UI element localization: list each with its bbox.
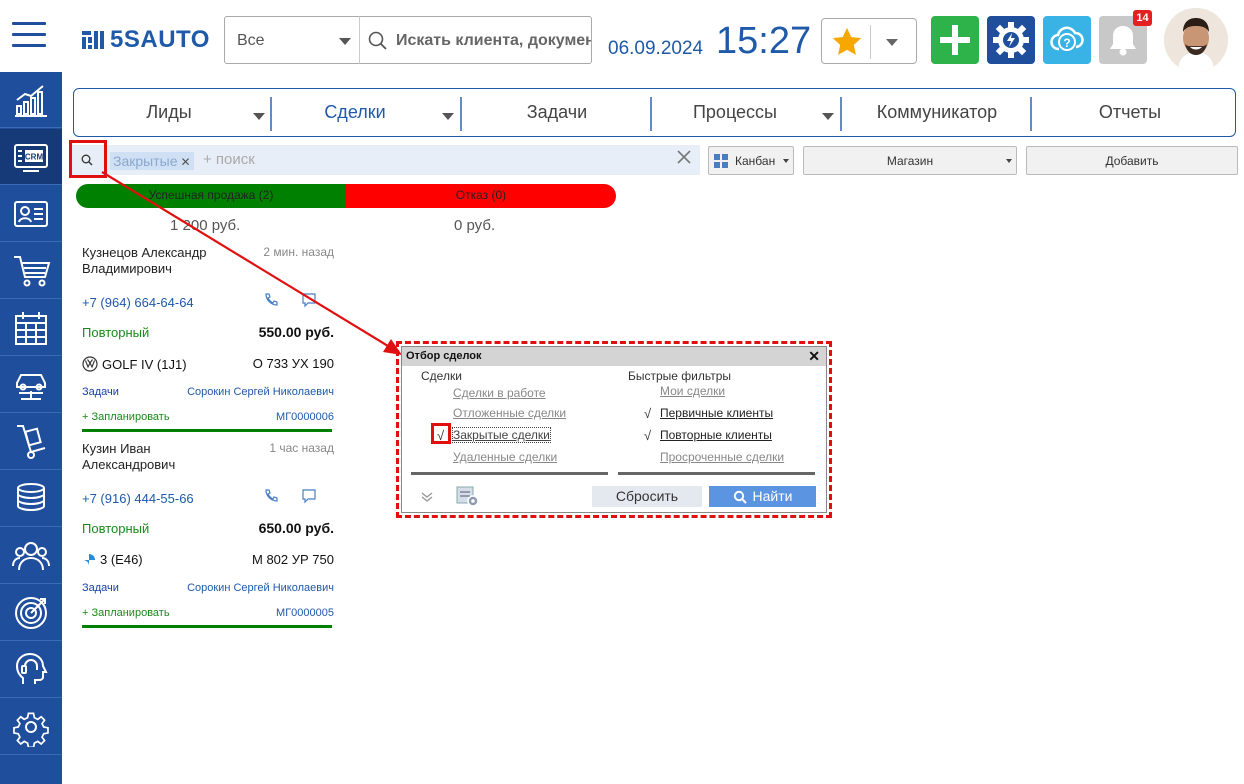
search-icon [733,490,747,504]
reset-button[interactable]: Сбросить [592,486,702,507]
deal-filter-popup: Отбор сделок ✕ Сделки Сделки в работе От… [401,346,827,513]
popup-title: Отбор сделок [406,350,482,362]
filter-my-deals[interactable]: Мои сделки [660,384,725,398]
find-button[interactable]: Найти [709,486,816,507]
filter-repeat-clients[interactable]: Повторные клиенты [660,428,772,442]
filter-deals-closed[interactable]: Закрытые сделки [452,427,551,443]
deals-divider [411,472,608,475]
deals-section-title: Сделки [421,369,462,383]
check-mark: √ [644,428,652,443]
quick-divider [618,472,815,475]
find-button-label: Найти [752,488,793,504]
filter-settings-icon[interactable] [456,486,480,508]
filter-overdue-deals[interactable]: Просроченные сделки [660,450,784,464]
quick-filters-title: Быстрые фильтры [628,369,731,383]
filter-deals-postponed[interactable]: Отложенные сделки [453,406,566,420]
check-mark: √ [644,406,652,421]
popup-header: Отбор сделок ✕ [402,347,826,366]
filter-deals-deleted[interactable]: Удаленные сделки [453,450,557,464]
highlight-closed-checkbox [431,423,451,444]
chevron-double-down-icon[interactable] [420,491,434,503]
close-icon[interactable]: ✕ [808,348,820,365]
filter-deals-in-work[interactable]: Сделки в работе [453,386,546,400]
filter-primary-clients[interactable]: Первичные клиенты [660,406,773,420]
